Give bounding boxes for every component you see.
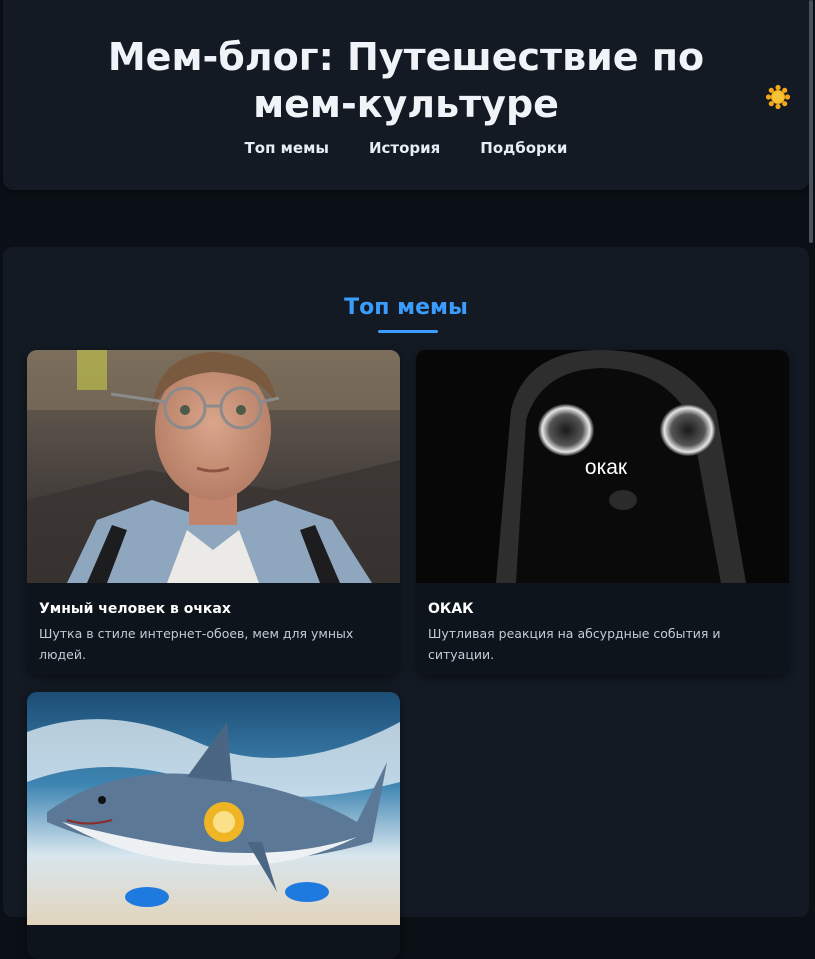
main-nav: Топ мемы История Подборки bbox=[3, 139, 809, 157]
section-title-underline bbox=[378, 330, 438, 333]
meme-card[interactable]: Умный человек в очках Шутка в стиле инте… bbox=[27, 350, 400, 675]
section-title: Топ мемы bbox=[344, 295, 468, 320]
meme-image-shark-in-sneakers bbox=[27, 692, 400, 925]
site-title: Мем-блог: Путешествие по мем-культуре bbox=[107, 35, 705, 126]
meme-image-man-in-glasses bbox=[27, 350, 400, 583]
top-memes-section: Топ мемы Умный человек в очках Шутка в с… bbox=[3, 247, 809, 959]
card-title: Умный человек в очках bbox=[39, 601, 231, 617]
site-header: Мем-блог: Путешествие по мем-культуре То… bbox=[3, 0, 809, 190]
card-description: Шутливая реакция на абсурдные события и … bbox=[428, 626, 721, 662]
nav-link-history[interactable]: История bbox=[369, 139, 440, 157]
page-scrollbar[interactable] bbox=[809, 0, 813, 243]
sun-icon[interactable] bbox=[765, 84, 791, 110]
card-title: ОКАК bbox=[428, 601, 474, 617]
meme-card[interactable] bbox=[27, 692, 400, 959]
nav-link-collections[interactable]: Подборки bbox=[480, 139, 567, 157]
meme-caption-text: окак bbox=[585, 456, 628, 479]
meme-card[interactable]: окак ОКАК Шутливая реакция на абсурдные … bbox=[416, 350, 789, 675]
nav-link-top-memes[interactable]: Топ мемы bbox=[245, 139, 329, 157]
meme-image-black-cat-in-hood: окак bbox=[416, 350, 789, 583]
card-description: Шутка в стиле интернет-обоев, мем для ум… bbox=[39, 626, 354, 662]
